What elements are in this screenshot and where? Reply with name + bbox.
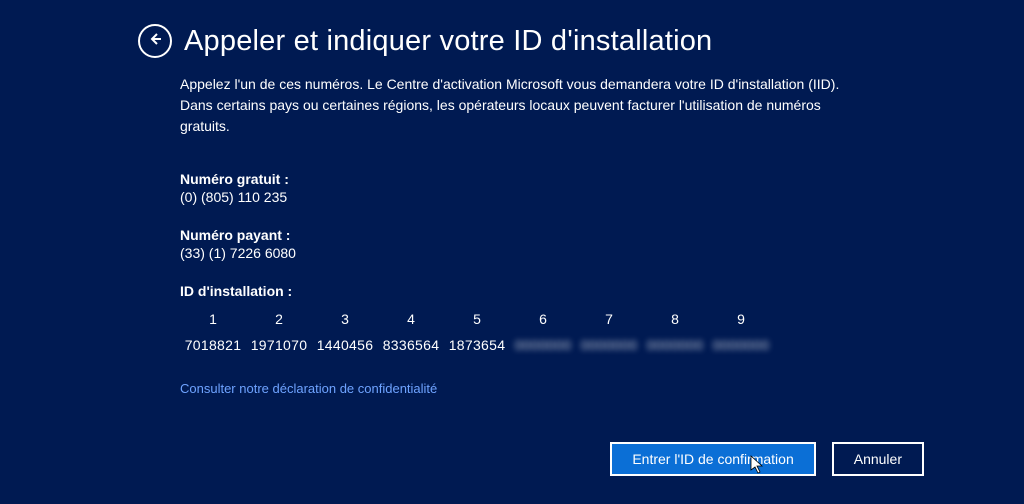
installation-id-column: 7 0000000 (576, 311, 642, 353)
installation-id-column: 8 0000000 (642, 311, 708, 353)
description-text: Appelez l'un de ces numéros. Le Centre d… (180, 74, 840, 137)
installation-id-column: 1 7018821 (180, 311, 246, 353)
installation-id-column-value: 0000000 (713, 337, 770, 353)
installation-id-column-value: 1971070 (251, 337, 308, 353)
installation-id-column-value: 0000000 (647, 337, 704, 353)
installation-id-table: 1 7018821 2 1971070 3 1440456 4 8336564 5 1873654… (180, 311, 924, 353)
installation-id-column-number: 5 (473, 311, 481, 327)
installation-id-column-number: 4 (407, 311, 415, 327)
arrow-left-icon (147, 31, 163, 52)
paid-number-value: (33) (1) 7226 6080 (180, 245, 924, 261)
installation-id-column: 9 0000000 (708, 311, 774, 353)
installation-id-column-value: 7018821 (185, 337, 242, 353)
enter-confirmation-id-button[interactable]: Entrer l'ID de confirmation (610, 442, 815, 476)
installation-id-column-value: 0000000 (515, 337, 572, 353)
installation-id-column-number: 2 (275, 311, 283, 327)
installation-id-column-number: 3 (341, 311, 349, 327)
installation-id-column-number: 1 (209, 311, 217, 327)
privacy-link[interactable]: Consulter notre déclaration de confident… (180, 381, 924, 396)
installation-id-column-number: 8 (671, 311, 679, 327)
cancel-button[interactable]: Annuler (832, 442, 924, 476)
installation-id-column: 4 8336564 (378, 311, 444, 353)
installation-id-column-number: 9 (737, 311, 745, 327)
free-number-value: (0) (805) 110 235 (180, 189, 924, 205)
installation-id-column: 3 1440456 (312, 311, 378, 353)
back-button[interactable] (138, 24, 172, 58)
installation-id-column-value: 1440456 (317, 337, 374, 353)
installation-id-label: ID d'installation : (180, 283, 924, 299)
installation-id-column: 6 0000000 (510, 311, 576, 353)
free-number-label: Numéro gratuit : (180, 171, 924, 187)
installation-id-column-value: 8336564 (383, 337, 440, 353)
page-title: Appeler et indiquer votre ID d'installat… (184, 25, 712, 58)
installation-id-column: 5 1873654 (444, 311, 510, 353)
installation-id-column-value: 1873654 (449, 337, 506, 353)
installation-id-column: 2 1971070 (246, 311, 312, 353)
paid-number-label: Numéro payant : (180, 227, 924, 243)
installation-id-column-value: 0000000 (581, 337, 638, 353)
installation-id-column-number: 6 (539, 311, 547, 327)
installation-id-column-number: 7 (605, 311, 613, 327)
